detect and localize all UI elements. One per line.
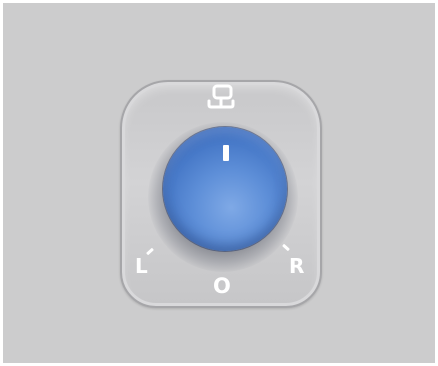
mirror-adjust-icon	[207, 84, 235, 109]
position-label-right: R	[289, 254, 305, 278]
position-label-off: O	[213, 274, 231, 298]
position-label-left: L	[135, 254, 148, 278]
knob-indicator-line	[223, 145, 229, 161]
